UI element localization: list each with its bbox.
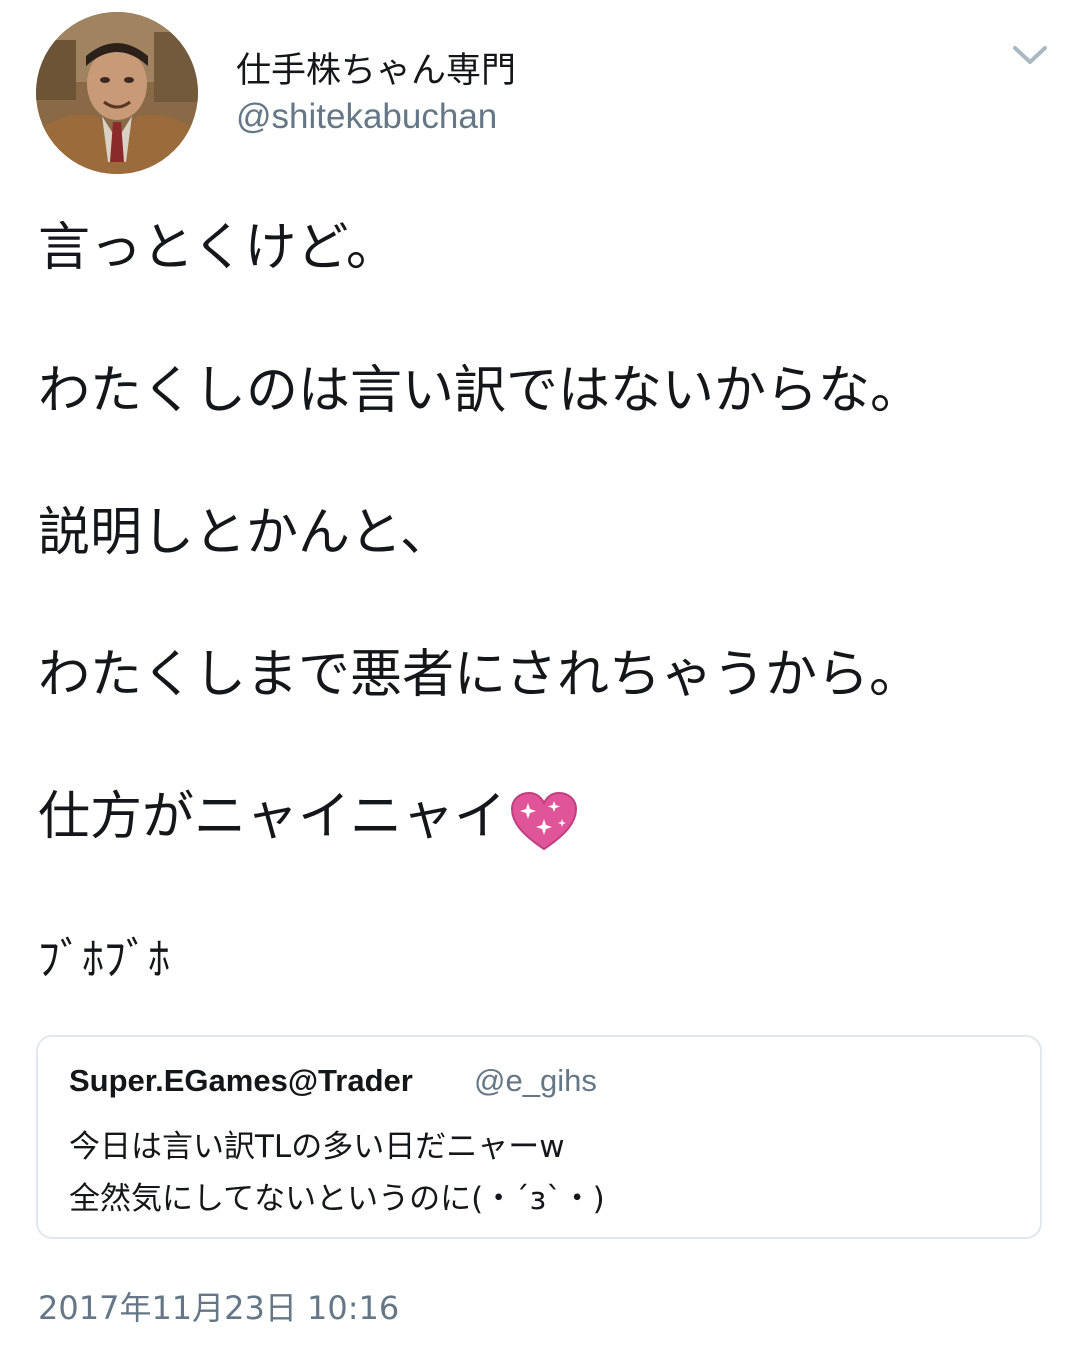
quoted-text-line-2: 全然気にしてないというのに(・´з`・)	[69, 1181, 605, 1217]
tweet-line-5: 仕方がニャイニャイ	[38, 787, 507, 847]
sparkling-heart-icon	[510, 791, 578, 851]
author-avatar[interactable]	[36, 12, 198, 174]
tweet-line-3: 説明しとかんと、	[38, 503, 452, 563]
tweet-line-4: わたくしまで悪者にされちゃうから。	[38, 645, 921, 705]
profile-photo	[36, 12, 198, 174]
tweet-timestamp[interactable]: 2017年11月23日 10:16	[38, 1283, 399, 1329]
quoted-text-line-1: 今日は言い訳TLの多い日だニャーw	[69, 1129, 565, 1165]
quoted-author-name: Super.EGames@Trader	[69, 1063, 413, 1098]
chevron-down-icon[interactable]	[1009, 38, 1051, 70]
author-display-name[interactable]: 仕手株ちゃん専門	[236, 42, 516, 93]
tweet-line-1: 言っとくけど。	[38, 218, 398, 278]
quoted-author-handle: @e_gihs	[474, 1063, 597, 1098]
author-handle[interactable]: @shitekabuchan	[236, 97, 497, 137]
tweet-line-2: わたくしのは言い訳ではないからな。	[38, 361, 923, 421]
tweet-line-6: ﾌﾞﾎﾌﾞﾎ	[38, 934, 170, 985]
quoted-tweet-card[interactable]: Super.EGames@Trader @e_gihs 今日は言い訳TLの多い日…	[36, 1035, 1042, 1239]
